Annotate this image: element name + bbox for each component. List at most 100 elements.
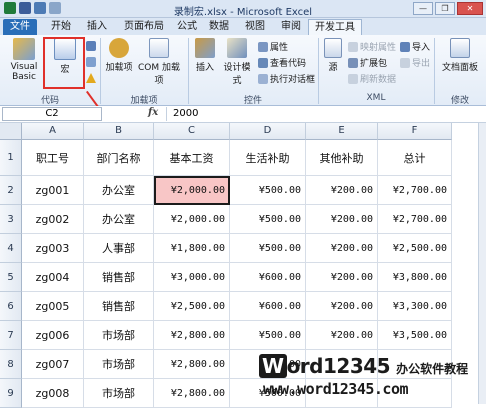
table-cell[interactable]: ¥600.00 <box>230 263 306 292</box>
row-header[interactable]: 6 <box>0 292 22 321</box>
export-icon <box>400 57 410 68</box>
source-button[interactable]: 源 <box>322 38 344 73</box>
source-label: 源 <box>328 63 338 73</box>
table-cell[interactable]: zg003 <box>22 234 84 263</box>
row-header[interactable]: 7 <box>0 321 22 350</box>
table-cell[interactable]: ¥200.00 <box>306 321 378 350</box>
table-cell[interactable]: 销售部 <box>84 292 154 321</box>
fx-icon[interactable]: fx <box>148 107 158 118</box>
table-cell[interactable]: zg002 <box>22 205 84 234</box>
table-cell[interactable]: ¥3,500.00 <box>378 321 452 350</box>
map-properties-button[interactable]: 映射属性 <box>348 40 396 53</box>
table-cell[interactable]: 销售部 <box>84 263 154 292</box>
tab-review[interactable]: 审阅 <box>276 19 306 35</box>
column-header-a[interactable]: A <box>22 123 84 140</box>
table-cell[interactable]: ¥500.00 <box>230 205 306 234</box>
row-header[interactable]: 2 <box>0 176 22 205</box>
table-cell[interactable]: ¥1,800.00 <box>154 234 230 263</box>
table-cell[interactable]: 市场部 <box>84 350 154 379</box>
table-cell[interactable]: zg001 <box>22 176 84 205</box>
table-cell[interactable]: ¥2,800.00 <box>154 350 230 379</box>
tab-formulas[interactable]: 公式 <box>172 19 202 35</box>
record-macro-icon[interactable] <box>86 41 96 51</box>
column-header-e[interactable]: E <box>306 123 378 140</box>
table-cell[interactable]: 人事部 <box>84 234 154 263</box>
import-button[interactable]: 导入 <box>400 40 430 53</box>
header-cell[interactable]: 职工号 <box>22 140 84 176</box>
tab-home[interactable]: 开始 <box>46 19 76 35</box>
table-cell[interactable]: ¥2,700.00 <box>378 205 452 234</box>
minimize-button[interactable]: — <box>413 2 433 15</box>
header-cell[interactable]: 生活补助 <box>230 140 306 176</box>
table-cell[interactable]: ¥200.00 <box>306 292 378 321</box>
table-cell[interactable]: ¥200.00 <box>306 205 378 234</box>
table-cell[interactable]: ¥2,800.00 <box>154 321 230 350</box>
highlight-box <box>43 37 85 89</box>
header-cell[interactable]: 基本工资 <box>154 140 230 176</box>
table-cell[interactable]: ¥500.00 <box>230 321 306 350</box>
select-all-corner[interactable] <box>0 123 22 140</box>
insert-control-button[interactable]: 插入 <box>192 38 218 73</box>
table-cell[interactable]: zg007 <box>22 350 84 379</box>
table-cell[interactable]: ¥3,000.00 <box>154 263 230 292</box>
tab-data[interactable]: 数据 <box>204 19 234 35</box>
row-header[interactable]: 8 <box>0 350 22 379</box>
view-code-button[interactable]: 查看代码 <box>258 56 306 69</box>
com-addins-button[interactable]: COM 加载项 <box>134 38 184 86</box>
table-cell[interactable]: ¥2,000.00 <box>154 176 230 205</box>
table-cell[interactable]: ¥2,500.00 <box>154 292 230 321</box>
table-cell[interactable]: ¥2,500.00 <box>378 234 452 263</box>
expansion-pack-button[interactable]: 扩展包 <box>348 56 387 69</box>
run-dialog-button[interactable]: 执行对话框 <box>258 72 315 85</box>
header-cell[interactable]: 总计 <box>378 140 452 176</box>
table-cell[interactable]: ¥500.00 <box>230 234 306 263</box>
table-cell[interactable]: ¥3,800.00 <box>378 263 452 292</box>
column-header-f[interactable]: F <box>378 123 452 140</box>
visual-basic-button[interactable]: Visual Basic <box>2 38 46 82</box>
relative-ref-icon[interactable] <box>86 57 96 67</box>
addins-button[interactable]: 加载项 <box>104 38 134 73</box>
tab-view[interactable]: 视图 <box>240 19 270 35</box>
divider <box>100 38 101 104</box>
tab-insert[interactable]: 插入 <box>82 19 112 35</box>
column-header-c[interactable]: C <box>154 123 230 140</box>
name-box[interactable]: C2 <box>2 107 102 121</box>
row-header[interactable]: 4 <box>0 234 22 263</box>
table-cell[interactable]: 市场部 <box>84 321 154 350</box>
formula-input[interactable]: 2000 <box>166 107 484 121</box>
table-cell[interactable]: zg005 <box>22 292 84 321</box>
table-cell[interactable]: zg004 <box>22 263 84 292</box>
table-cell[interactable]: ¥2,700.00 <box>378 176 452 205</box>
header-cell[interactable]: 部门名称 <box>84 140 154 176</box>
table-cell[interactable]: ¥200.00 <box>306 263 378 292</box>
tab-developer[interactable]: 开发工具 <box>308 19 362 35</box>
header-cell[interactable]: 其他补助 <box>306 140 378 176</box>
table-cell[interactable]: ¥600.00 <box>230 292 306 321</box>
macro-security-icon[interactable] <box>86 73 96 83</box>
properties-button[interactable]: 属性 <box>258 40 288 53</box>
column-header-d[interactable]: D <box>230 123 306 140</box>
design-mode-button[interactable]: 设计模式 <box>220 38 254 86</box>
table-cell[interactable]: ¥200.00 <box>306 234 378 263</box>
close-button[interactable]: ✕ <box>457 2 483 15</box>
column-header-b[interactable]: B <box>84 123 154 140</box>
row-header[interactable]: 5 <box>0 263 22 292</box>
tab-page-layout[interactable]: 页面布局 <box>118 19 170 35</box>
run-dialog-icon <box>258 73 268 84</box>
watermark-brand: Word12345 <box>259 354 391 378</box>
table-cell[interactable]: ¥3,300.00 <box>378 292 452 321</box>
row-header[interactable]: 3 <box>0 205 22 234</box>
restore-button[interactable]: ❐ <box>435 2 455 15</box>
table-cell[interactable]: 办公室 <box>84 205 154 234</box>
table-cell[interactable]: 办公室 <box>84 176 154 205</box>
table-cell[interactable]: zg006 <box>22 321 84 350</box>
table-cell[interactable]: ¥200.00 <box>306 176 378 205</box>
document-panel-button[interactable]: 文档面板 <box>438 38 482 73</box>
row-header[interactable]: 1 <box>0 140 22 176</box>
tab-file[interactable]: 文件 <box>3 19 37 35</box>
table-cell[interactable]: ¥500.00 <box>230 176 306 205</box>
refresh-data-button[interactable]: 刷新数据 <box>348 72 396 85</box>
export-button[interactable]: 导出 <box>400 56 430 69</box>
table-cell[interactable]: ¥2,000.00 <box>154 205 230 234</box>
visual-basic-label: Visual Basic <box>10 62 38 82</box>
